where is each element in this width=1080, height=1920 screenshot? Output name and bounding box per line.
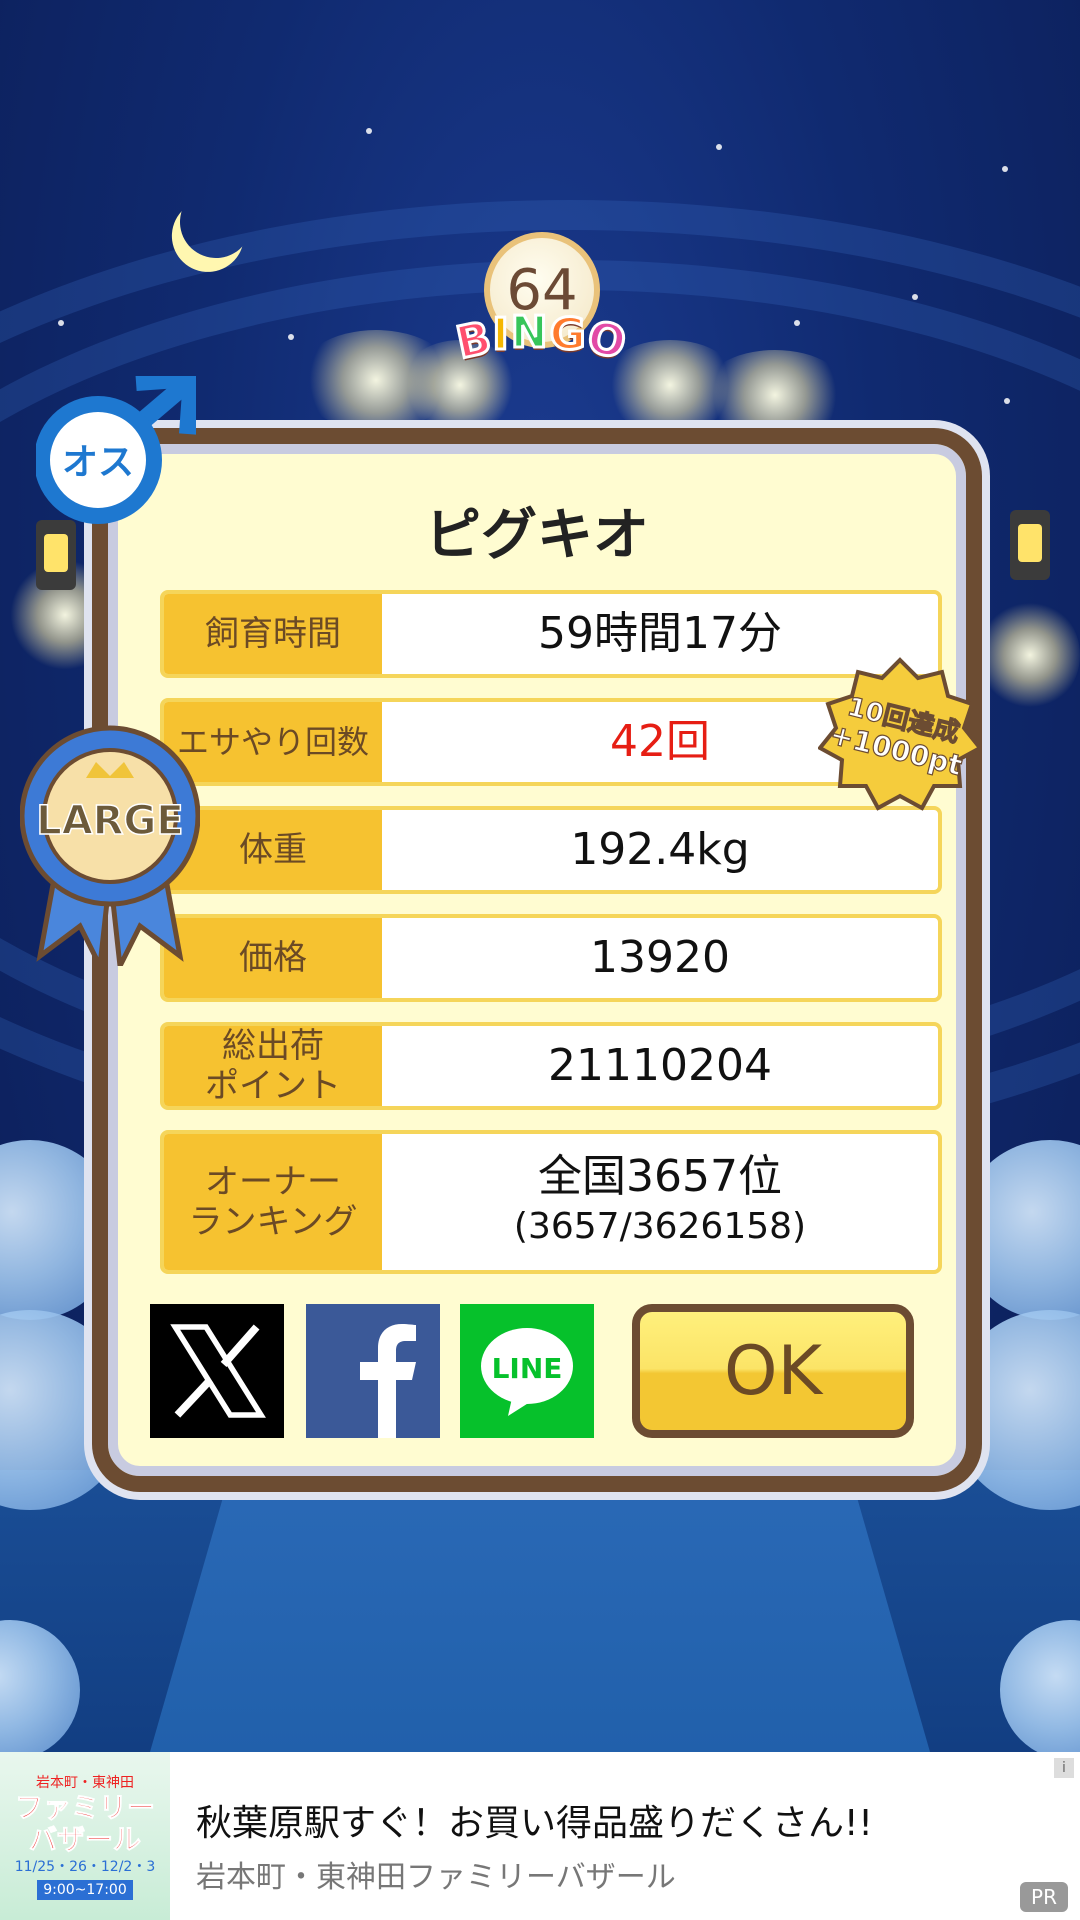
bingo-letter: G — [548, 308, 588, 362]
share-facebook-button[interactable] — [306, 1304, 440, 1438]
bingo-logo: B I N G O — [450, 306, 633, 372]
row-label: 総出荷 ポイント — [164, 1026, 382, 1106]
line-icon: LINE — [481, 1328, 573, 1416]
achievement-badge: 10回達成 +1000pt — [818, 657, 982, 811]
ad-image-title: ファミリー — [14, 1791, 155, 1824]
star-icon — [912, 294, 918, 300]
row-label-line: オーナー — [205, 1162, 341, 1202]
ad-pr-label: PR — [1020, 1882, 1068, 1912]
row-label-line: 総出荷 — [222, 1026, 324, 1066]
ad-advertiser: 岩本町・東神田ファミリーバザール — [196, 1860, 676, 1895]
row-price: 価格 13920 — [160, 914, 942, 1002]
bingo-letter: B — [450, 310, 498, 370]
row-label: オーナー ランキング — [164, 1134, 382, 1270]
ad-image-time: 9:00~17:00 — [37, 1880, 133, 1900]
star-icon — [1004, 398, 1010, 404]
size-label: LARGE — [36, 798, 183, 844]
share-x-button[interactable] — [150, 1304, 284, 1438]
light-glow — [980, 600, 1080, 710]
ad-image-area: 岩本町・東神田 — [36, 1775, 134, 1791]
light-glow — [700, 350, 850, 440]
ok-button[interactable]: OK — [632, 1304, 914, 1438]
x-logo-icon — [170, 1324, 266, 1418]
star-icon — [1002, 166, 1008, 172]
large-ribbon-badge: LARGE — [20, 725, 200, 966]
ranking-national: 全国3657位 — [538, 1151, 782, 1202]
row-value: 21110204 — [548, 1040, 772, 1091]
ranking-detail: (3657/3626158) — [513, 1206, 807, 1247]
row-label-line: ランキング — [188, 1202, 358, 1242]
pig-result-dialog: ピグキオ 飼育時間 59時間17分 エサやり回数 42回 体重 192.4kg … — [92, 428, 982, 1492]
row-value: 192.4kg — [570, 824, 750, 875]
row-label: 飼育時間 — [164, 594, 382, 674]
row-shipping-points: 総出荷 ポイント 21110204 — [160, 1022, 942, 1110]
ad-image-dates: 11/25・26・12/2・3 — [14, 1859, 156, 1875]
bingo-letter: I — [491, 308, 511, 362]
star-icon — [794, 320, 800, 326]
street-lamp-icon — [1010, 510, 1050, 580]
pig-name: ピグキオ — [425, 503, 649, 568]
male-gender-badge: オス — [36, 376, 196, 524]
star-icon — [58, 320, 64, 326]
ad-banner[interactable]: 岩本町・東神田 ファミリー バザール 11/25・26・12/2・3 9:00~… — [0, 1752, 1080, 1920]
row-weight: 体重 192.4kg — [160, 806, 942, 894]
ad-title[interactable]: 秋葉原駅すぐ！お買い得品盛りだくさん!! — [196, 1794, 873, 1846]
facebook-icon — [360, 1324, 416, 1438]
bingo-letter: N — [509, 306, 550, 360]
aisle — [150, 1480, 930, 1752]
star-icon — [288, 334, 294, 340]
star-icon — [716, 144, 722, 150]
gender-label: オス — [62, 442, 134, 483]
row-value: 13920 — [590, 932, 730, 983]
row-owner-ranking: オーナー ランキング 全国3657位 (3657/3626158) — [160, 1130, 942, 1274]
ad-info-icon[interactable]: i — [1054, 1758, 1074, 1778]
bingo-letter: O — [581, 310, 633, 371]
row-label-line: ポイント — [205, 1066, 341, 1106]
ad-image-title: バザール — [28, 1823, 141, 1856]
street-lamp-icon — [36, 520, 76, 590]
share-line-button[interactable]: LINE — [460, 1304, 594, 1438]
row-value: 全国3657位 (3657/3626158) — [382, 1134, 938, 1270]
line-logo-text: LINE — [492, 1352, 563, 1385]
star-icon — [366, 128, 372, 134]
ad-image[interactable]: 岩本町・東神田 ファミリー バザール 11/25・26・12/2・3 9:00~… — [0, 1752, 170, 1920]
